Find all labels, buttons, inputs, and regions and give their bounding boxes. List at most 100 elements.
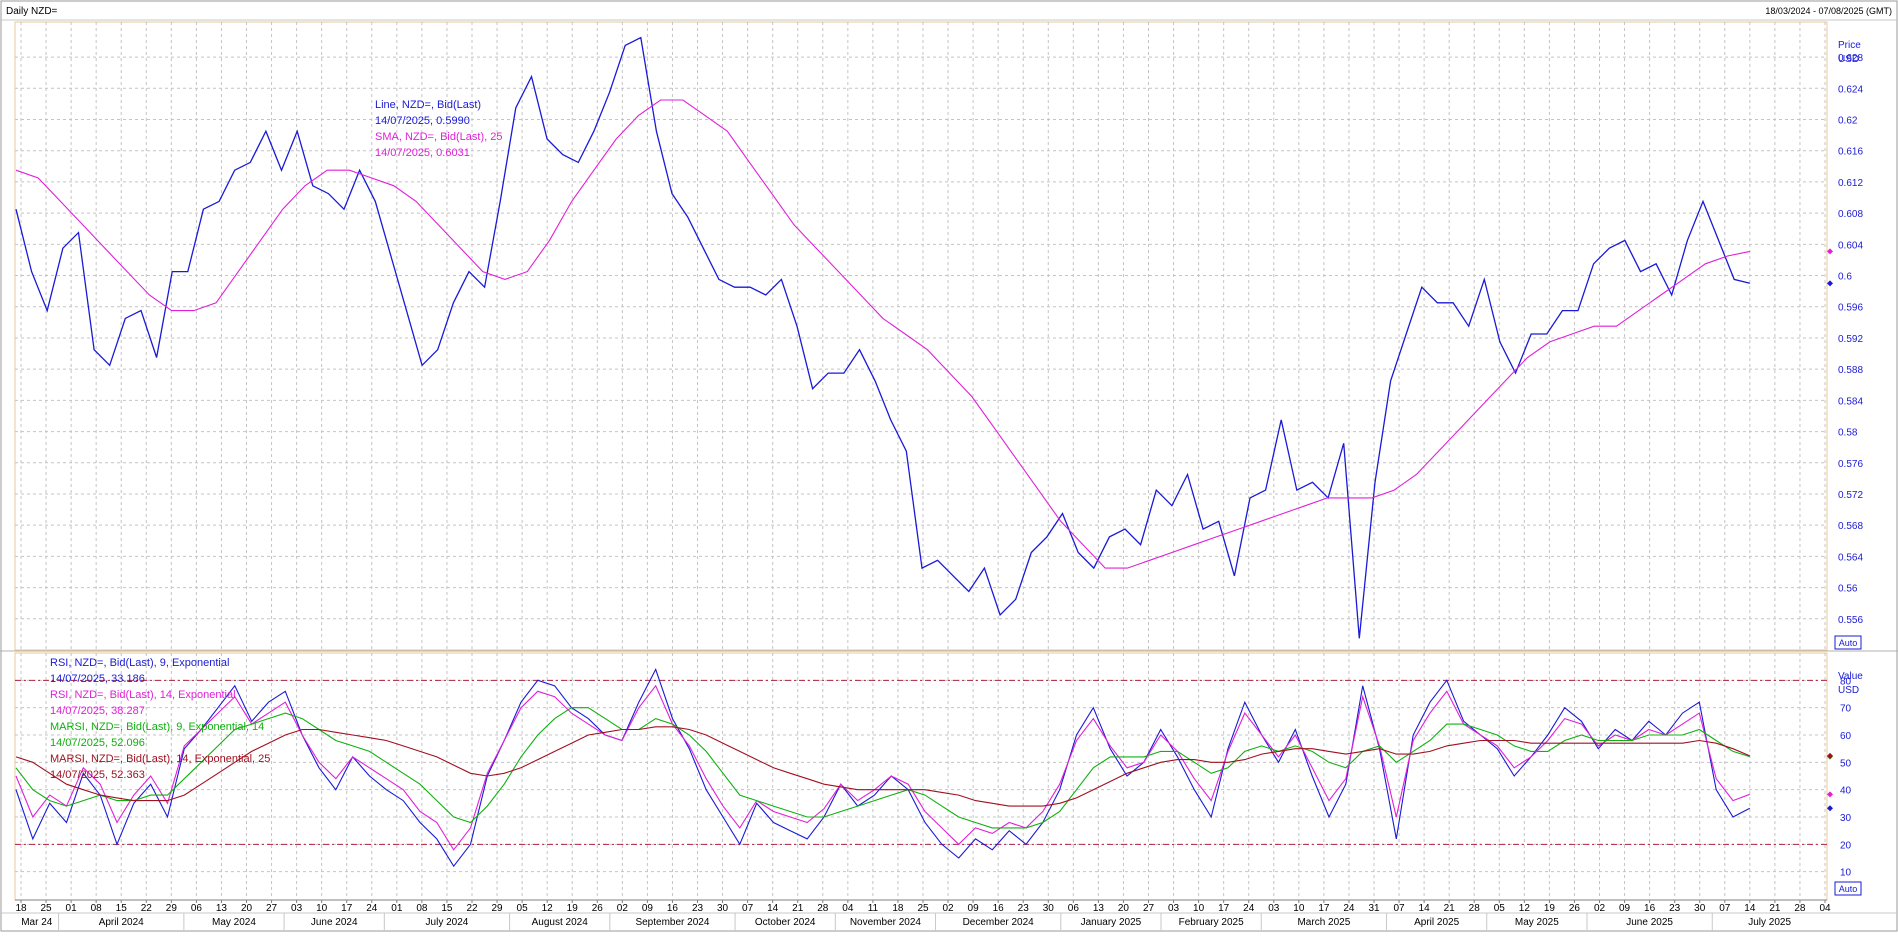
price-axis-title: Price (1838, 40, 1861, 51)
x-month-label: April 2025 (1414, 917, 1459, 928)
x-day-label: 22 (466, 903, 478, 914)
x-day-label: 24 (366, 903, 378, 914)
x-month-label: January 2025 (1081, 917, 1142, 928)
price-tick-label: 0.568 (1838, 521, 1863, 532)
price-tick-label: 0.576 (1838, 459, 1863, 470)
x-month-label: July 2024 (426, 917, 469, 928)
x-day-label: 02 (942, 903, 954, 914)
x-day-label: 04 (842, 903, 854, 914)
price-tick-label: 0.572 (1838, 490, 1863, 501)
price-tick-label: 0.608 (1838, 209, 1863, 220)
x-day-label: 23 (692, 903, 704, 914)
x-day-label: 24 (1343, 903, 1355, 914)
x-month-label: March 2025 (1297, 917, 1350, 928)
x-day-label: 31 (1368, 903, 1380, 914)
x-day-label: 23 (1669, 903, 1681, 914)
x-day-label: 22 (141, 903, 153, 914)
x-day-label: 17 (1218, 903, 1230, 914)
x-day-label: 30 (717, 903, 729, 914)
x-day-label: 25 (917, 903, 929, 914)
price-tick-label: 0.6 (1838, 272, 1852, 283)
x-day-label: 19 (567, 903, 579, 914)
rsi-tick-label: 40 (1840, 786, 1852, 797)
rsi-legend-entry: RSI, NZD=, Bid(Last), 9, Exponential (50, 657, 229, 669)
x-day-label: 12 (1519, 903, 1531, 914)
rsi-tick-label: 70 (1840, 704, 1852, 715)
price-tick-label: 0.588 (1838, 365, 1863, 376)
x-day-label: 10 (1193, 903, 1205, 914)
x-day-label: 09 (1619, 903, 1631, 914)
x-day-label: 03 (1168, 903, 1180, 914)
rsi-axis-unit: USD (1838, 685, 1859, 696)
x-day-label: 26 (592, 903, 604, 914)
x-day-label: 15 (441, 903, 453, 914)
rsi-axis-title: Value (1838, 671, 1863, 682)
x-day-label: 07 (742, 903, 754, 914)
x-month-label: November 2024 (850, 917, 922, 928)
x-day-label: 07 (1719, 903, 1731, 914)
x-day-label: 01 (391, 903, 403, 914)
x-day-label: 28 (1469, 903, 1481, 914)
x-day-label: 27 (266, 903, 278, 914)
x-day-label: 21 (1444, 903, 1456, 914)
x-day-label: 14 (767, 903, 779, 914)
x-month-label: June 2025 (1626, 917, 1673, 928)
x-day-label: 16 (993, 903, 1005, 914)
x-day-label: 13 (1093, 903, 1105, 914)
x-day-label: 18 (15, 903, 27, 914)
price-tick-label: 0.592 (1838, 334, 1863, 345)
price-legend-entry: Line, NZD=, Bid(Last) (375, 99, 481, 111)
x-day-label: 06 (191, 903, 203, 914)
x-day-label: 03 (291, 903, 303, 914)
x-day-label: 07 (1393, 903, 1405, 914)
x-day-label: 21 (792, 903, 804, 914)
x-month-label: October 2024 (755, 917, 816, 928)
x-month-label: August 2024 (532, 917, 589, 928)
x-day-label: 13 (216, 903, 228, 914)
x-day-label: 10 (316, 903, 328, 914)
x-day-label: 02 (617, 903, 629, 914)
x-day-label: 14 (1744, 903, 1756, 914)
price-axis-unit: USD (1838, 54, 1859, 65)
x-day-label: 17 (1318, 903, 1330, 914)
x-day-label: 20 (241, 903, 253, 914)
chart-canvas: Daily NZD= 18/03/2024 - 07/08/2025 (GMT)… (0, 0, 1898, 932)
x-day-label: 29 (166, 903, 178, 914)
x-day-label: 05 (1494, 903, 1506, 914)
x-day-label: 18 (892, 903, 904, 914)
x-day-label: 30 (1043, 903, 1055, 914)
rsi-auto-label: Auto (1839, 884, 1858, 894)
x-day-label: 16 (1644, 903, 1656, 914)
x-day-label: 11 (868, 903, 879, 914)
rsi-legend-entry: 14/07/2025, 52.096 (50, 737, 145, 749)
price-tick-label: 0.616 (1838, 147, 1863, 158)
x-month-label: September 2024 (635, 917, 709, 928)
x-month-label: December 2024 (963, 917, 1035, 928)
rsi-legend-entry: 14/07/2025, 33.186 (50, 673, 145, 685)
x-day-label: 15 (116, 903, 128, 914)
price-tick-label: 0.604 (1838, 240, 1863, 251)
price-tick-label: 0.564 (1838, 552, 1863, 563)
price-auto-label: Auto (1839, 638, 1858, 648)
price-tick-label: 0.556 (1838, 615, 1863, 626)
rsi-legend-entry: MARSI, NZD=, Bid(Last), 9, Exponential, … (50, 721, 264, 733)
x-day-label: 16 (667, 903, 679, 914)
x-day-label: 20 (1118, 903, 1130, 914)
x-day-label: 10 (1293, 903, 1305, 914)
chart-title: Daily NZD= (6, 6, 58, 17)
x-day-label: 08 (416, 903, 428, 914)
x-month-label: May 2025 (1515, 917, 1559, 928)
x-day-label: 06 (1068, 903, 1080, 914)
price-legend-entry: SMA, NZD=, Bid(Last), 25 (375, 131, 502, 143)
rsi-tick-label: 60 (1840, 731, 1852, 742)
x-month-label: April 2024 (99, 917, 144, 928)
x-day-label: 09 (642, 903, 654, 914)
rsi-tick-label: 20 (1840, 840, 1852, 851)
x-day-label: 09 (968, 903, 980, 914)
x-day-label: 29 (491, 903, 503, 914)
price-tick-label: 0.56 (1838, 584, 1858, 595)
x-day-label: 12 (542, 903, 554, 914)
x-day-label: 27 (1143, 903, 1155, 914)
rsi-legend-entry: RSI, NZD=, Bid(Last), 14, Exponential (50, 689, 236, 701)
x-day-label: 05 (517, 903, 529, 914)
